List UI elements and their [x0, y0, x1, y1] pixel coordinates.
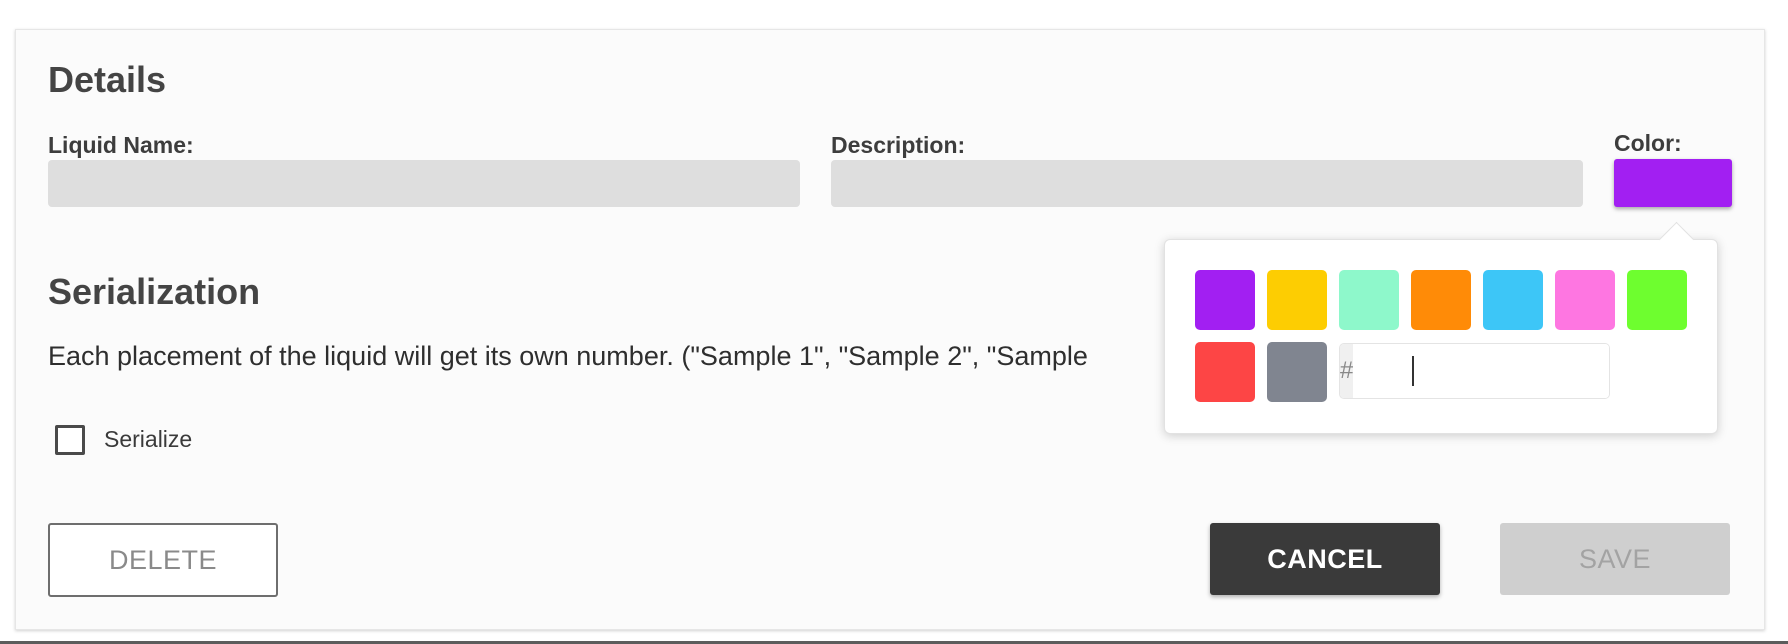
- hex-color-input[interactable]: [1353, 344, 1609, 398]
- description-label: Description:: [831, 132, 966, 158]
- text-caret: [1412, 356, 1414, 386]
- swatch-sky-blue[interactable]: [1483, 270, 1543, 330]
- save-button[interactable]: SAVE: [1500, 523, 1730, 595]
- hex-prefix: #: [1340, 344, 1354, 398]
- color-picker-button[interactable]: [1614, 159, 1732, 207]
- swatch-purple[interactable]: [1195, 270, 1255, 330]
- details-heading: Details: [48, 59, 167, 100]
- swatch-red[interactable]: [1195, 342, 1255, 402]
- liquid-name-input[interactable]: [48, 160, 800, 207]
- color-label: Color:: [1614, 130, 1682, 156]
- hex-color-field: #: [1339, 343, 1610, 399]
- liquid-editor-page: Details Liquid Name: Description: Color:…: [0, 0, 1788, 644]
- delete-button[interactable]: DELETE: [48, 523, 278, 597]
- swatch-gray[interactable]: [1267, 342, 1327, 402]
- swatch-pink[interactable]: [1555, 270, 1615, 330]
- description-input[interactable]: [831, 160, 1583, 207]
- serialization-heading: Serialization: [48, 271, 261, 312]
- serialize-checkbox-label[interactable]: Serialize: [104, 426, 192, 452]
- cancel-button[interactable]: CANCEL: [1210, 523, 1440, 595]
- liquid-name-label: Liquid Name:: [48, 132, 194, 158]
- swatch-orange[interactable]: [1411, 270, 1471, 330]
- color-picker-popover: #: [1164, 239, 1718, 434]
- swatch-mint[interactable]: [1339, 270, 1399, 330]
- swatch-yellow[interactable]: [1267, 270, 1327, 330]
- serialize-checkbox[interactable]: [55, 425, 85, 455]
- serialization-description: Each placement of the liquid will get it…: [48, 341, 1088, 371]
- swatch-green[interactable]: [1627, 270, 1687, 330]
